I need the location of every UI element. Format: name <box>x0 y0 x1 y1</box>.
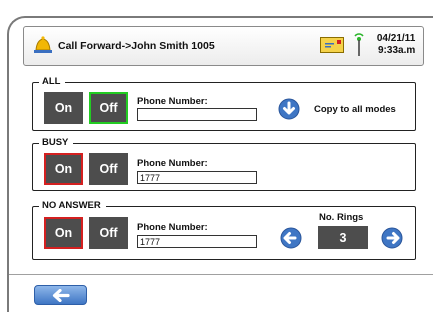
busy-phone-input[interactable] <box>137 171 257 184</box>
page-title: Call Forward->John Smith 1005 <box>58 40 215 52</box>
alarm-bell-icon <box>34 36 52 53</box>
arrow-right-circle-icon[interactable] <box>381 227 403 249</box>
section-busy: BUSY On Off Phone Number: <box>32 137 416 191</box>
date-time: 04/21/11 9:33a.m <box>370 33 415 57</box>
section-all: ALL On Off Phone Number: Copy to all mod… <box>32 76 416 131</box>
no-answer-off-button[interactable]: Off <box>89 217 128 249</box>
arrow-down-circle-icon[interactable] <box>278 98 300 120</box>
header-bar: Call Forward->John Smith 1005 04/21/11 9… <box>23 26 424 66</box>
antenna-icon <box>354 33 364 56</box>
arrow-left-icon <box>52 289 70 302</box>
section-all-label: ALL <box>39 76 66 88</box>
rings-label: No. Rings <box>319 212 364 223</box>
busy-off-button[interactable]: Off <box>89 153 128 185</box>
no-answer-phone-input[interactable] <box>137 235 257 248</box>
footer-divider <box>9 274 433 275</box>
date-text: 04/21/11 <box>376 33 416 44</box>
no-answer-phone-label: Phone Number: <box>137 222 208 233</box>
all-phone-label: Phone Number: <box>137 96 208 107</box>
section-busy-label: BUSY <box>39 137 74 149</box>
section-no-answer: NO ANSWER On Off Phone Number: No. Rings… <box>32 200 416 260</box>
arrow-left-circle-icon[interactable] <box>280 227 302 249</box>
busy-phone-label: Phone Number: <box>137 158 208 169</box>
copy-to-all-label[interactable]: Copy to all modes <box>314 104 396 115</box>
no-answer-on-button[interactable]: On <box>44 217 83 249</box>
all-off-button[interactable]: Off <box>89 92 128 124</box>
section-no-answer-label: NO ANSWER <box>39 200 106 212</box>
all-phone-input[interactable] <box>137 108 257 121</box>
back-button[interactable] <box>34 285 87 305</box>
rings-value: 3 <box>318 226 368 249</box>
busy-on-button[interactable]: On <box>44 153 83 185</box>
time-text: 9:33a.m <box>378 45 416 56</box>
all-on-button[interactable]: On <box>44 92 83 124</box>
envelope-icon[interactable] <box>320 37 344 53</box>
